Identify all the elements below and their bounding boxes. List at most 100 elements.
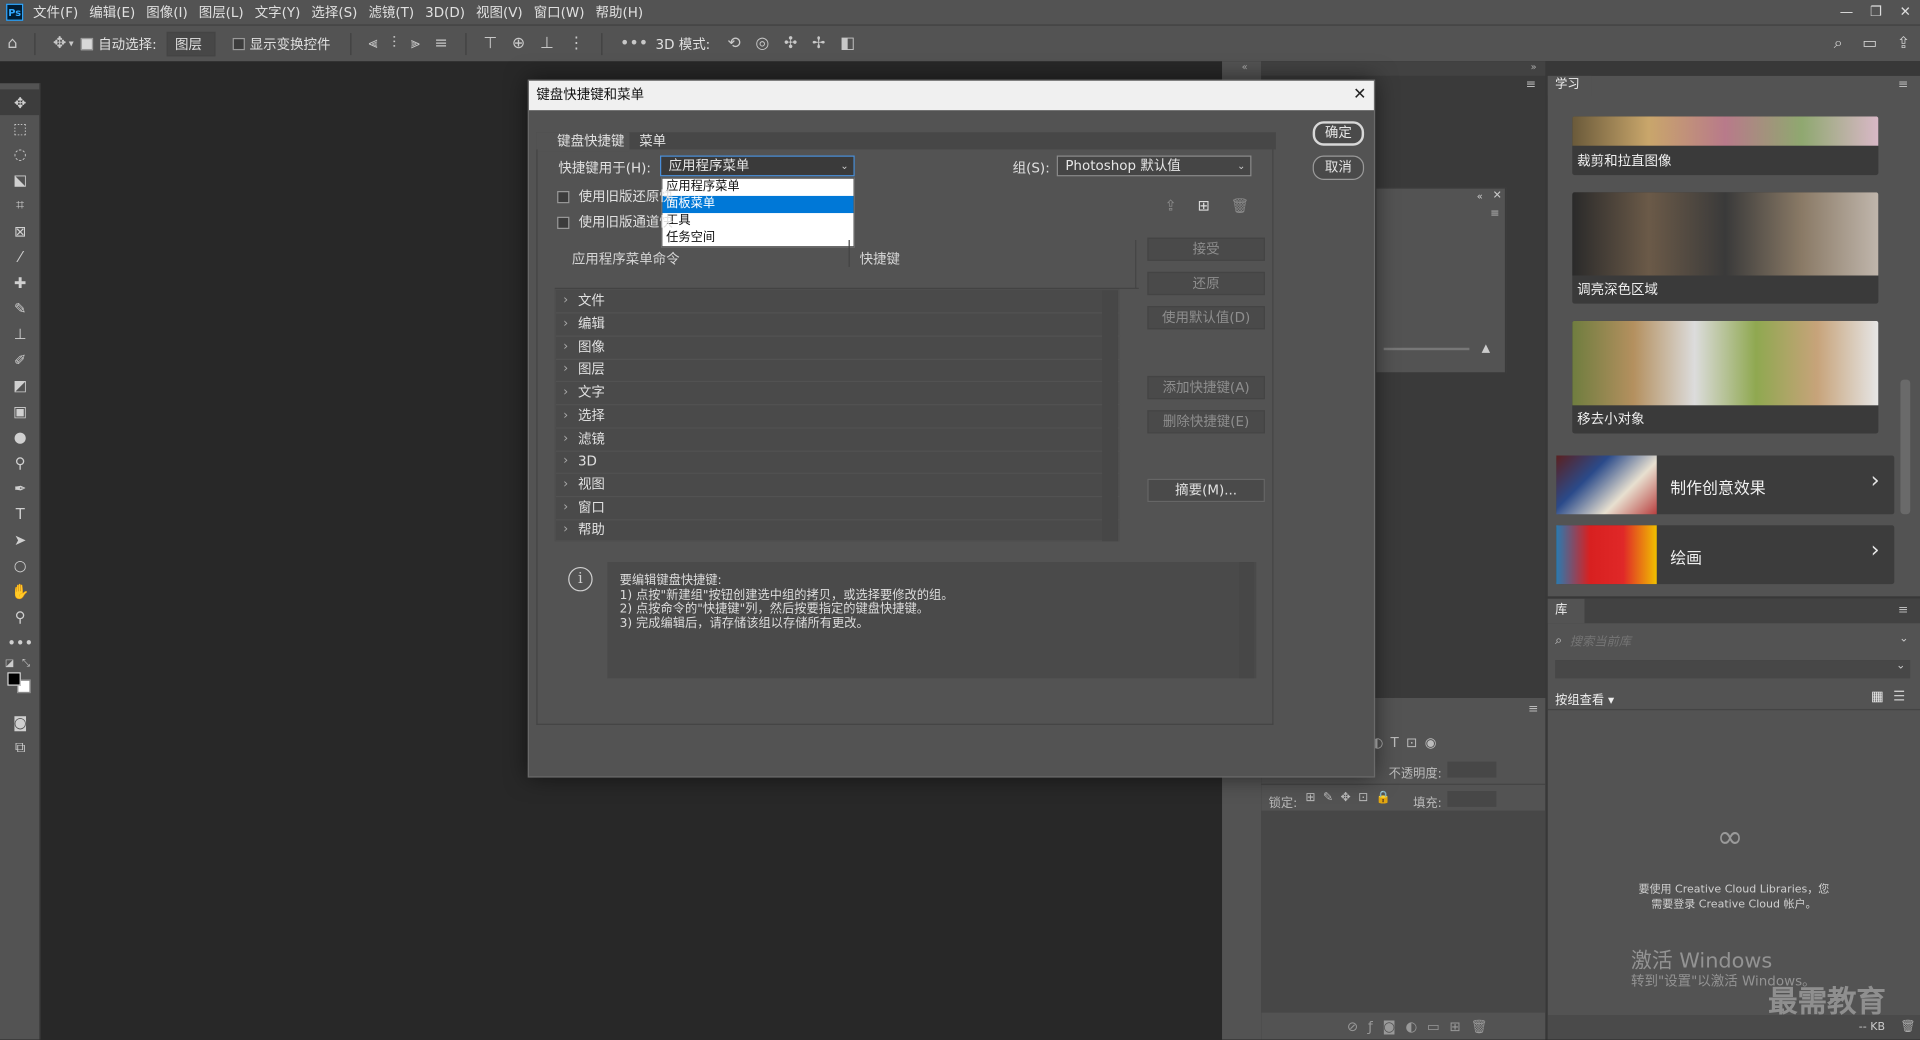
dropdown-option-tools[interactable]: 工具: [662, 213, 853, 230]
summarize-button[interactable]: 摘要(M)...: [1147, 478, 1265, 503]
menu-filter[interactable]: 滤镜(T): [368, 2, 414, 22]
close-icon[interactable]: ✕: [1493, 190, 1502, 202]
align-right-icon[interactable]: ⫸: [411, 34, 420, 52]
close-window-button[interactable]: ✕: [1891, 0, 1920, 24]
learn-bigcard-paint[interactable]: 绘画 ›: [1556, 525, 1895, 585]
move-tool-icon[interactable]: ✥: [0, 89, 41, 116]
delete-shortcut-button[interactable]: 删除快捷键(E): [1147, 410, 1265, 434]
3d-roll-icon[interactable]: ◎: [755, 34, 769, 52]
home-icon[interactable]: ⌂: [7, 34, 17, 52]
move-tool-icon[interactable]: ✥: [53, 34, 66, 52]
use-default-button[interactable]: 使用默认值(D): [1147, 306, 1265, 330]
menu-edit[interactable]: 编辑(E): [89, 2, 135, 22]
menu-3d[interactable]: 3D(D): [425, 4, 465, 20]
menu-help[interactable]: 帮助(H): [596, 2, 644, 22]
align-bottom-icon[interactable]: ⊥: [540, 34, 554, 52]
ellipse-tool-icon[interactable]: ○: [0, 552, 40, 578]
tree-row-image[interactable]: › 图像: [555, 337, 1121, 361]
tree-row-edit[interactable]: › 编辑: [555, 313, 1121, 337]
learn-card-remove[interactable]: 移去小对象: [1572, 320, 1879, 434]
frame-tool-icon[interactable]: ⊠: [0, 218, 40, 244]
swap-colors-icon[interactable]: ⤡: [22, 658, 30, 670]
grid-view-icon[interactable]: ▦: [1871, 688, 1884, 704]
chevron-down-icon[interactable]: ▾: [69, 38, 74, 49]
workspace-icon[interactable]: ▭: [1862, 34, 1877, 52]
learn-card-brighten[interactable]: 调亮深色区域: [1572, 192, 1879, 304]
search-icon[interactable]: ⌕: [1834, 34, 1843, 52]
chevron-down-icon[interactable]: ⌄: [1899, 633, 1908, 645]
layer-action-icons[interactable]: ⊘ƒ◙◐▭⊞🗑: [1347, 1019, 1498, 1035]
dropdown-option-app-menus[interactable]: 应用程序菜单: [662, 179, 853, 196]
accept-button[interactable]: 接受: [1147, 237, 1265, 261]
opacity-input[interactable]: [1447, 761, 1497, 778]
legacy-channel-checkbox[interactable]: [557, 216, 570, 229]
distribute-vertical-icon[interactable]: ⋮: [569, 34, 585, 52]
learn-card-crop[interactable]: 裁剪和拉直图像: [1572, 116, 1879, 176]
default-colors-icon[interactable]: ◪: [5, 658, 14, 669]
history-brush-icon[interactable]: ✐: [0, 347, 40, 373]
legacy-undo-checkbox[interactable]: [557, 191, 570, 204]
add-shortcut-button[interactable]: 添加快捷键(A): [1147, 375, 1265, 400]
more-options-icon[interactable]: •••: [620, 34, 648, 52]
align-center-icon[interactable]: ⫶: [392, 34, 396, 52]
tree-scrollbar[interactable]: [1102, 290, 1118, 542]
dropdown-option-panel-menus[interactable]: 面板菜单: [662, 195, 854, 214]
close-icon[interactable]: ✕: [1353, 81, 1366, 110]
eraser-tool-icon[interactable]: ◩: [0, 372, 40, 398]
tree-row-help[interactable]: › 帮助: [556, 519, 1120, 542]
new-set-icon[interactable]: ⊞: [1198, 197, 1210, 214]
auto-select-target-select[interactable]: 图层: [166, 31, 216, 56]
align-middle-icon[interactable]: ⊕: [512, 34, 525, 52]
cancel-button[interactable]: 取消: [1312, 155, 1365, 181]
menu-file[interactable]: 文件(F): [33, 2, 78, 22]
learn-bigcard-creative[interactable]: 制作创意效果 ›: [1556, 455, 1895, 515]
lock-icons[interactable]: ⊞✎✥⊡🔒: [1305, 791, 1398, 804]
group-select[interactable]: Photoshop 默认值 ⌄: [1056, 155, 1252, 177]
panel-menu-icon[interactable]: ≡: [1528, 703, 1538, 716]
triangle-icon[interactable]: ▲: [1482, 343, 1490, 355]
tree-row-type[interactable]: › 文字: [555, 382, 1121, 406]
align-top-icon[interactable]: ⊤: [483, 34, 497, 52]
fill-input[interactable]: [1447, 791, 1497, 807]
panel-menu-icon[interactable]: ≡: [1490, 208, 1499, 220]
more-tools-icon[interactable]: •••: [0, 629, 40, 655]
undo-button[interactable]: 还原: [1147, 271, 1265, 296]
scrollbar[interactable]: [1900, 379, 1911, 515]
3d-camera-icon[interactable]: ◧: [840, 34, 855, 52]
restore-button[interactable]: ❐: [1861, 0, 1890, 24]
ok-button[interactable]: 确定: [1312, 121, 1365, 146]
tab-learn[interactable]: 学习: [1547, 75, 1592, 96]
info-scrollbar[interactable]: [1239, 562, 1254, 679]
list-view-icon[interactable]: ☰: [1893, 688, 1905, 704]
library-search-input[interactable]: [1569, 631, 1889, 652]
legacy-undo-option[interactable]: 使用旧版还原快: [557, 186, 673, 206]
panel-menu-icon[interactable]: ≡: [1526, 78, 1536, 91]
library-select[interactable]: ⌄: [1555, 660, 1911, 679]
menu-view[interactable]: 视图(V): [476, 2, 523, 22]
lasso-tool-icon[interactable]: ◌: [0, 141, 40, 167]
marquee-tool-icon[interactable]: ⬚: [0, 115, 40, 141]
tree-row-select[interactable]: › 选择: [555, 405, 1121, 429]
healing-brush-icon[interactable]: ✚: [0, 269, 40, 295]
tree-row-file[interactable]: › 文件: [555, 290, 1121, 314]
pen-tool-icon[interactable]: ✒: [0, 475, 40, 501]
crop-tool-icon[interactable]: ⌗: [0, 192, 40, 218]
menu-image[interactable]: 图像(I): [146, 2, 187, 22]
brush-tool-icon[interactable]: ✎: [0, 295, 40, 321]
stamp-tool-icon[interactable]: ⊥: [0, 321, 40, 347]
eyedropper-tool-icon[interactable]: ⁄: [0, 244, 40, 270]
type-tool-icon[interactable]: T: [0, 501, 40, 527]
slider-track[interactable]: [1383, 347, 1470, 351]
share-icon[interactable]: ⇪: [1897, 34, 1910, 52]
screen-mode-icon[interactable]: ⧉: [0, 735, 40, 761]
menu-type[interactable]: 文字(Y): [255, 2, 301, 22]
trash-icon[interactable]: 🗑: [1900, 1020, 1916, 1033]
gradient-tool-icon[interactable]: ▣: [0, 398, 40, 424]
layer-filter-icons[interactable]: ◐T⊡◉: [1371, 735, 1443, 751]
menu-layer[interactable]: 图层(L): [199, 2, 244, 22]
dodge-tool-icon[interactable]: ⚲: [0, 449, 40, 475]
hand-tool-icon[interactable]: ✋: [0, 578, 40, 604]
shortcuts-for-select[interactable]: 应用程序菜单 ⌄: [660, 155, 855, 177]
tree-row-layer[interactable]: › 图层: [555, 359, 1121, 383]
align-left-icon[interactable]: ⫷: [368, 34, 377, 52]
